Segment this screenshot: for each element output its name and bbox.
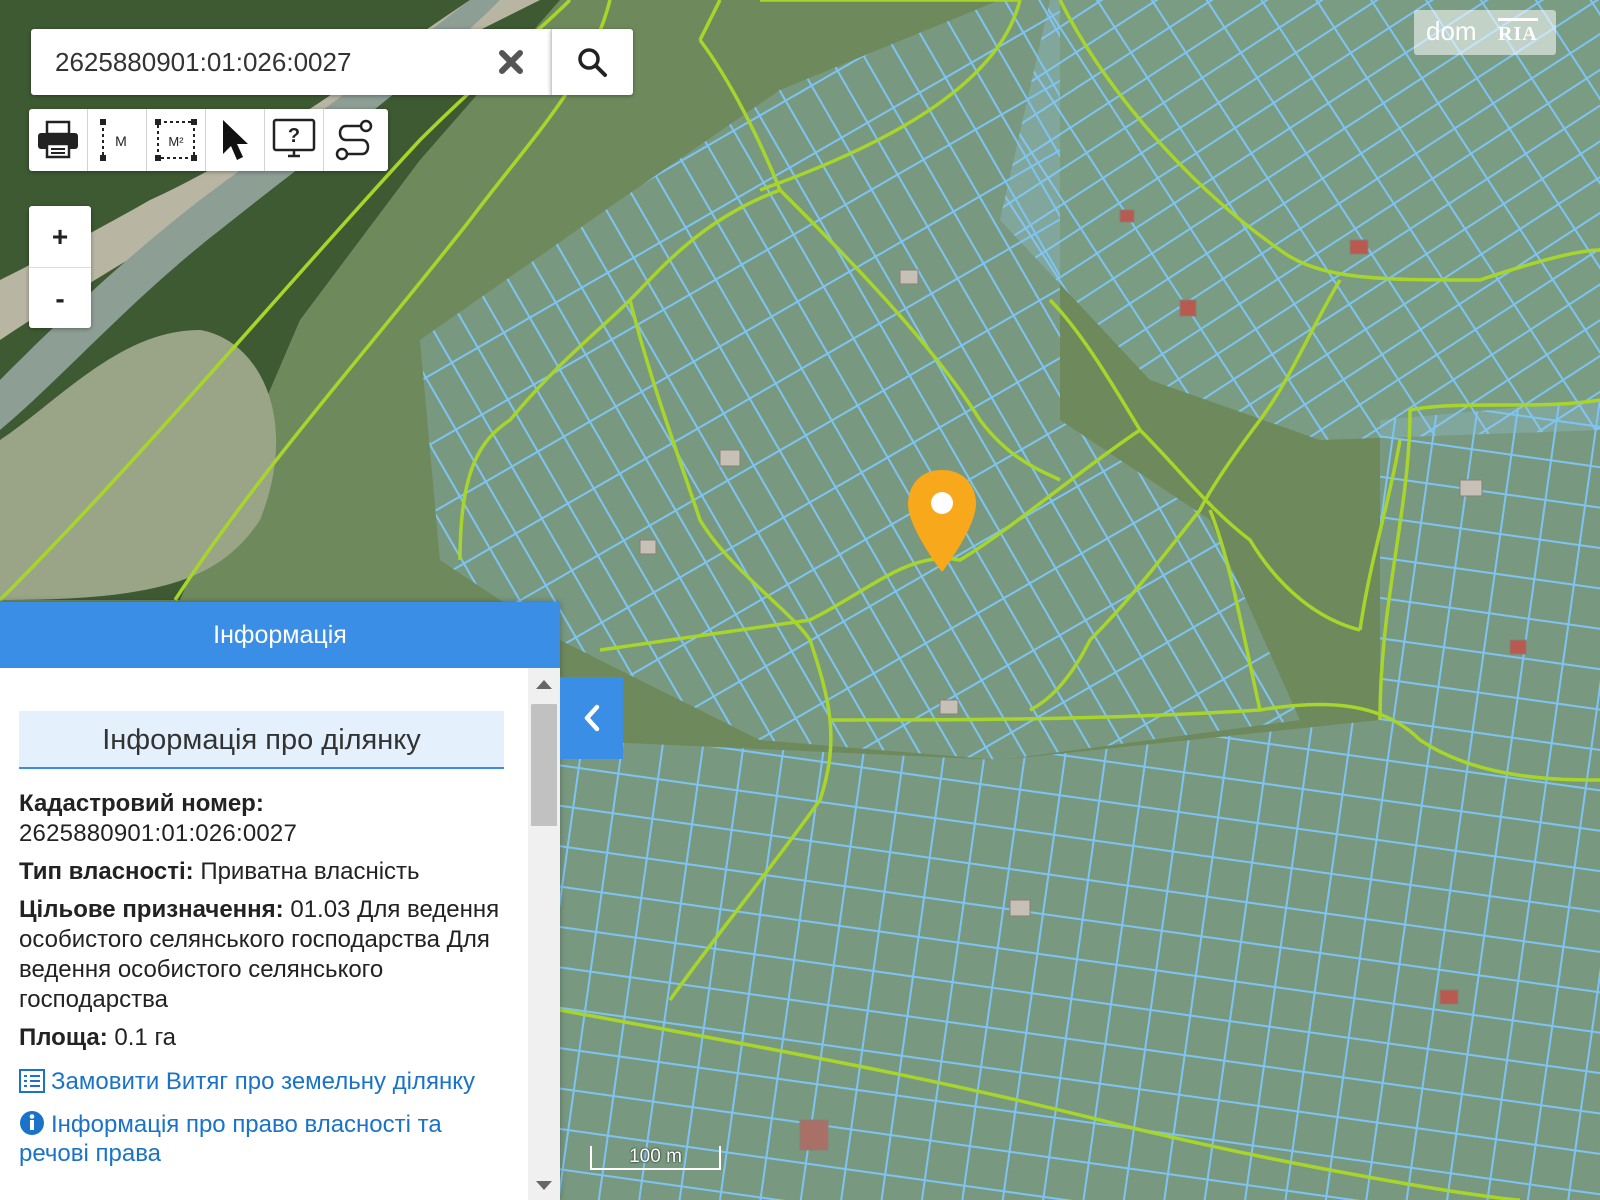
search-input[interactable] [31,29,491,95]
chevron-left-icon [584,704,599,732]
select-button[interactable] [206,109,265,171]
cadastral-row: Кадастровий номер: 2625880901:01:026:002… [19,789,514,849]
scroll-down-arrow-icon[interactable] [536,1181,552,1190]
measure-distance-icon: M [100,119,127,161]
scale-bar: 100 m [590,1146,721,1176]
list-icon [19,1069,45,1093]
order-extract-link[interactable]: Замовити Витяг про земельну ділянку [19,1067,514,1096]
ownership-value: Приватна власність [200,858,420,885]
cadastral-label: Кадастровий номер: [19,790,264,817]
collapse-panel-button[interactable] [560,677,623,759]
domria-logo: dom RIA [1414,10,1556,55]
parcel-zone-southeast [1380,400,1600,760]
scroll-thumb[interactable] [531,704,557,826]
info-circle-icon [20,1111,44,1135]
measure-area-button[interactable]: M² [147,109,206,171]
printer-icon [38,120,78,159]
logo-ria-text: RIA [1498,18,1538,46]
measure-distance-button[interactable]: M [88,109,147,171]
ownership-label: Тип власності: [19,858,194,885]
zoom-out-button[interactable]: - [29,267,91,329]
ownership-row: Тип власності: Приватна власність [19,857,514,887]
close-icon[interactable] [493,44,529,80]
route-icon [335,119,372,161]
search-icon [578,48,607,77]
info-panel: Інформація Інформація про ділянку Кадаст… [0,602,560,1200]
cadastral-value: 2625880901:01:026:0027 [19,820,298,847]
purpose-label: Цільове призначення: [19,896,284,923]
area-row: Площа: 0.1 га [19,1023,514,1053]
svg-text:?: ? [288,125,300,147]
parcel-zone-south [560,720,1600,1200]
pointer-icon [223,120,248,160]
area-label: Площа: [19,1024,108,1051]
print-button[interactable] [29,109,88,171]
order-extract-label: Замовити Витяг про земельну ділянку [51,1068,476,1095]
purpose-row: Цільове призначення: 01.03 Для ведення о… [19,895,514,1015]
info-button[interactable]: ? [265,109,324,171]
zoom-in-button[interactable]: + [29,206,91,267]
map-toolbar: M M² ? [29,109,388,171]
ownership-rights-link[interactable]: Інформація про право власності та речові… [19,1110,514,1168]
measure-distance-label: M [115,133,127,149]
search-button[interactable] [551,29,633,95]
ownership-rights-label: Інформація про право власності та речові… [19,1111,442,1167]
area-value: 0.1 га [114,1024,177,1051]
panel-header: Інформація [0,602,560,668]
scroll-up-arrow-icon[interactable] [536,680,552,689]
panel-scrollbar[interactable] [528,668,560,1200]
search-box [31,29,551,95]
zoom-control: + - [29,206,91,328]
section-title: Інформація про ділянку [19,711,504,769]
measure-area-icon: M² [155,119,197,161]
route-button[interactable] [324,109,383,171]
panel-body[interactable]: Інформація про ділянку Кадастровий номер… [0,668,528,1200]
measure-area-label: M² [168,134,184,149]
scale-label: 100 m [629,1146,682,1167]
info-screen-icon: ? [272,118,316,158]
logo-dom-text: dom [1426,16,1477,46]
